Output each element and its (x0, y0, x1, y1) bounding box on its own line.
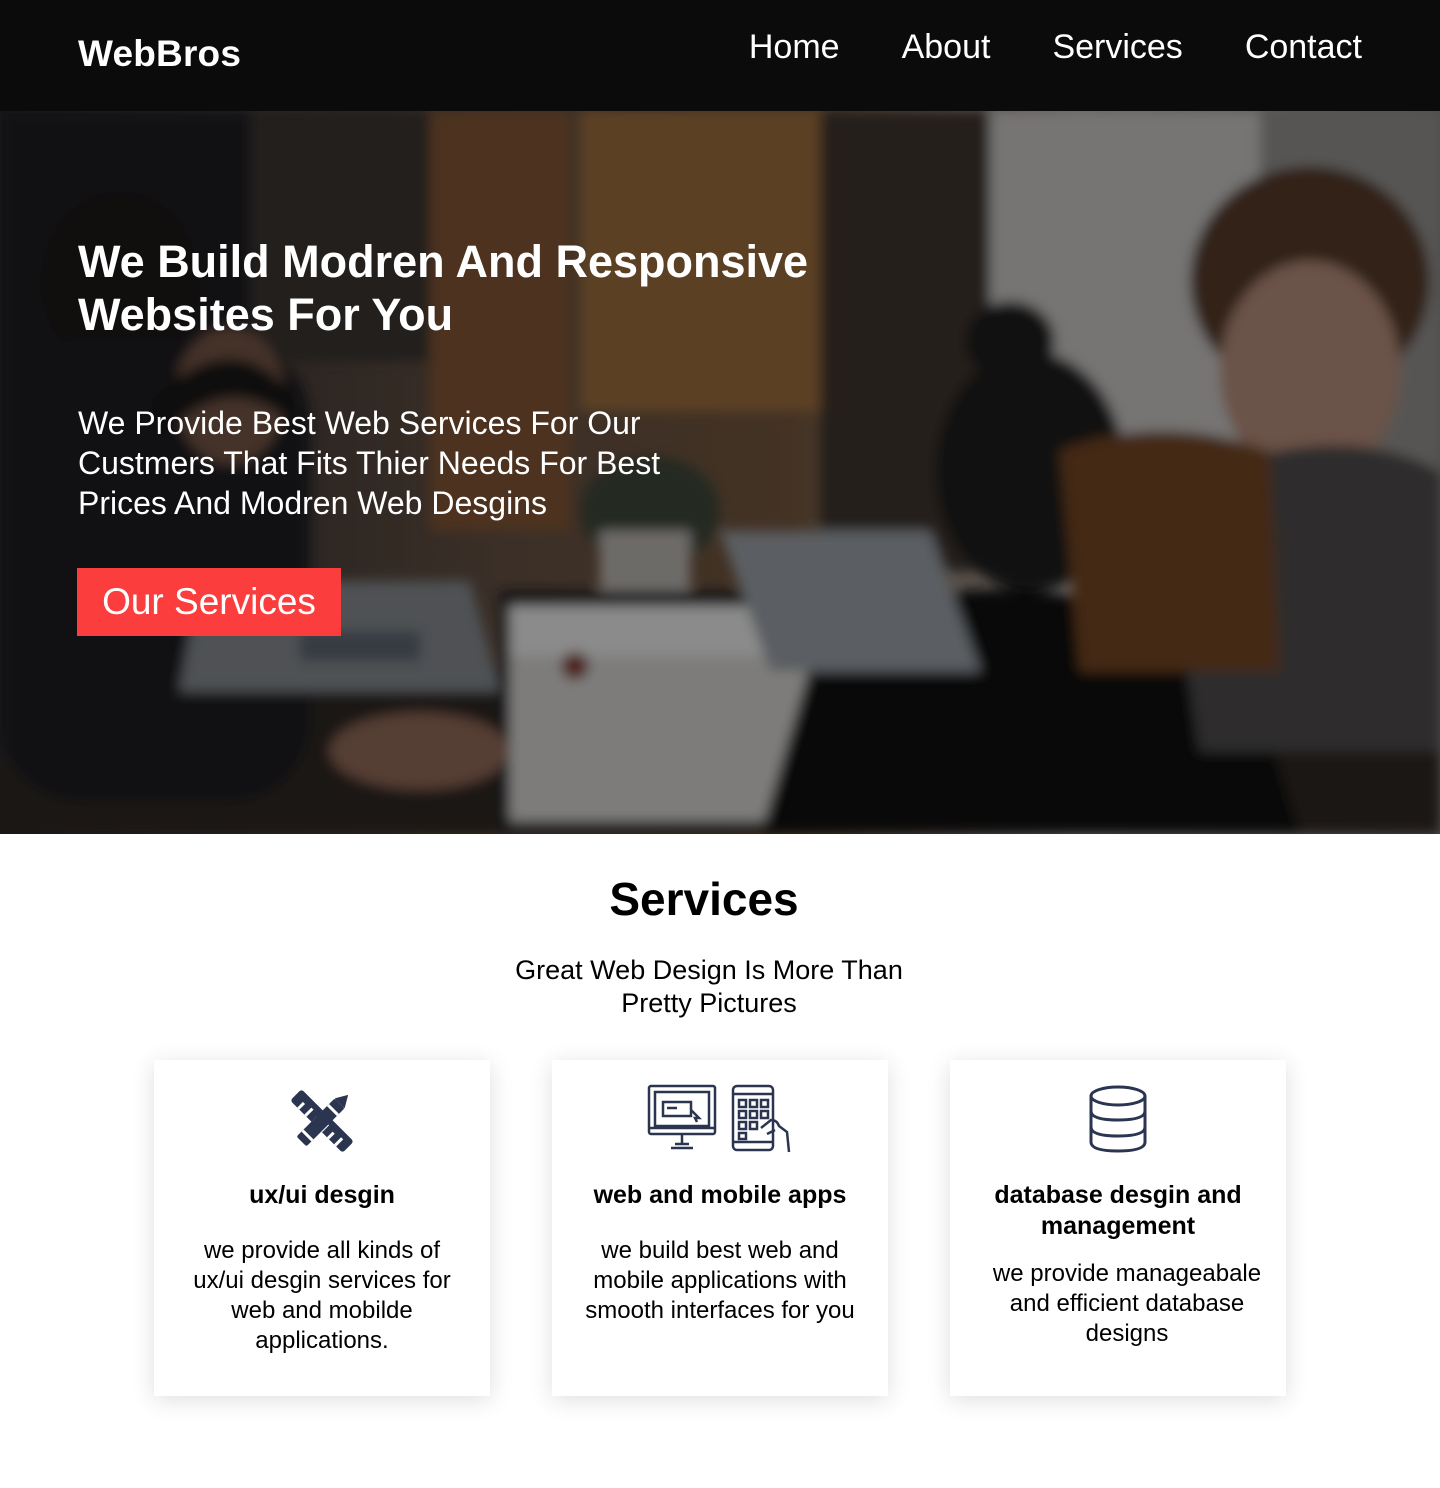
nav-link-about[interactable]: About (902, 28, 991, 67)
database-icon (950, 1084, 1286, 1158)
brand-logo[interactable]: WebBros (78, 33, 241, 75)
services-subtitle: Great Web Design Is More Than Pretty Pic… (0, 954, 1418, 1020)
card-title: database desgin and management (994, 1181, 1242, 1240)
pencil-ruler-icon (154, 1084, 490, 1158)
card-text: we build best web and mobile application… (585, 1237, 855, 1324)
service-card-web-mobile: web and mobile apps we build best web an… (552, 1060, 888, 1396)
services-subtitle-line1: Great Web Design Is More Than (515, 955, 903, 985)
services-subtitle-line2: Pretty Pictures (621, 988, 797, 1018)
card-title: ux/ui desgin (249, 1181, 395, 1209)
nav-links: Home About Services Contact (749, 28, 1362, 67)
desktop-mobile-icon (552, 1084, 888, 1158)
services-title: Services (609, 873, 799, 925)
nav-link-services[interactable]: Services (1052, 28, 1182, 67)
service-card-database: database desgin and management we provid… (950, 1060, 1286, 1396)
nav-link-contact[interactable]: Contact (1245, 28, 1362, 67)
our-services-button[interactable]: Our Services (77, 568, 341, 636)
card-text: we provide manageabale and efficient dat… (992, 1260, 1262, 1347)
hero-section: We Build Modren And Responsive Websites … (0, 111, 1440, 834)
hero-subtitle: We Provide Best Web Services For Our Cus… (78, 405, 661, 521)
navbar: WebBros Home About Services Contact (0, 0, 1440, 111)
nav-link-home[interactable]: Home (749, 28, 840, 67)
card-text: we provide all kinds of ux/ui desgin ser… (193, 1237, 451, 1354)
hero-title: We Build Modren And Responsive Websites … (78, 236, 809, 340)
service-card-uxui: ux/ui desgin we provide all kinds of ux/… (154, 1060, 490, 1396)
card-title: web and mobile apps (593, 1181, 847, 1209)
